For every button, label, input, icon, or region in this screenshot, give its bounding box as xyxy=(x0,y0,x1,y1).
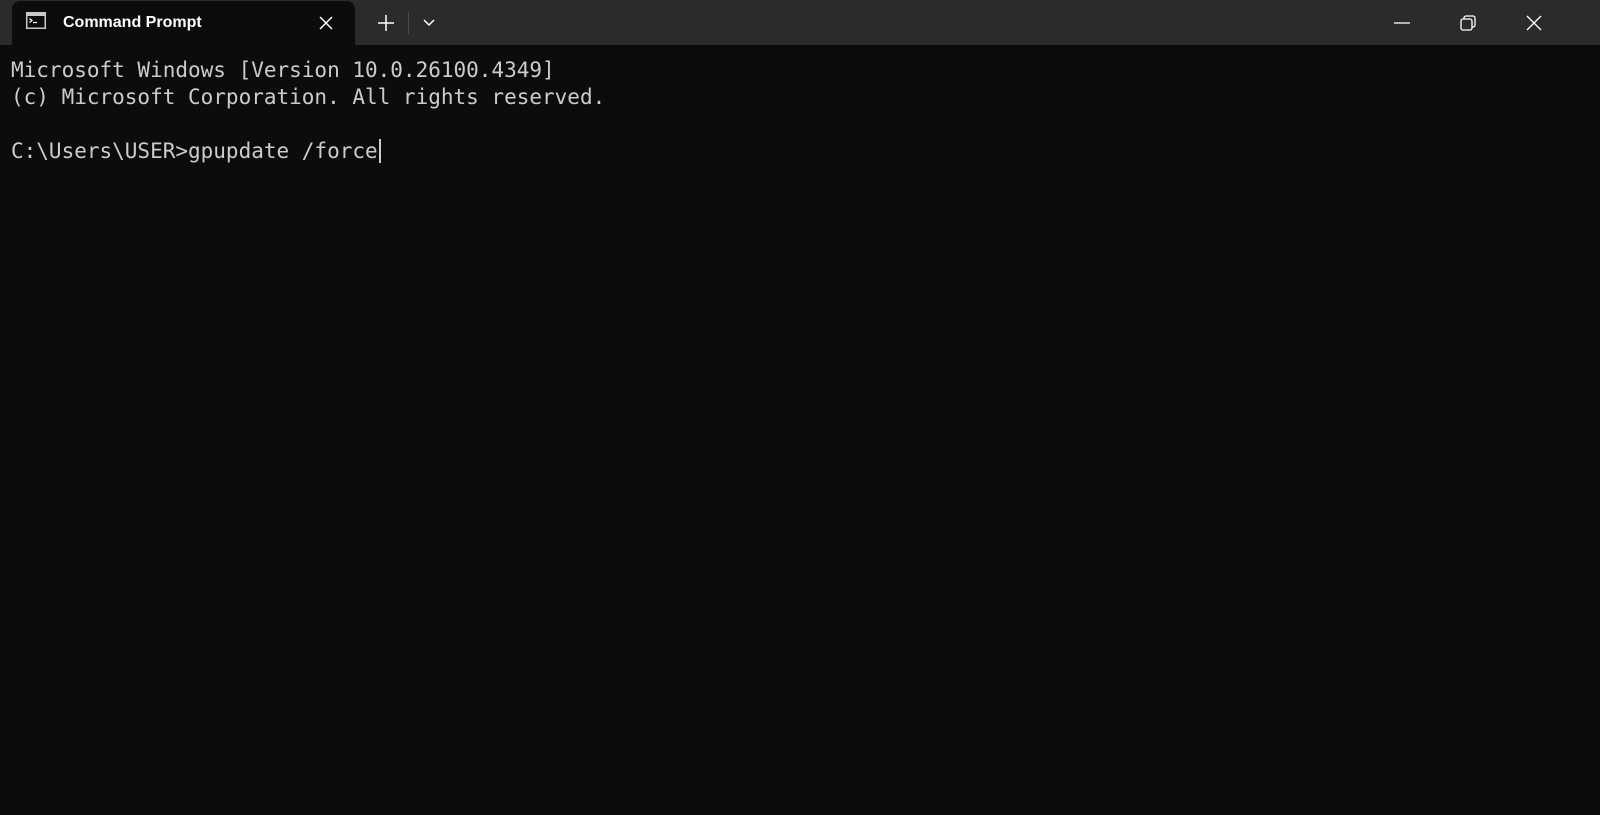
close-window-button[interactable] xyxy=(1501,0,1567,45)
toolbar-divider xyxy=(408,12,409,34)
new-tab-button[interactable] xyxy=(372,10,400,36)
text-cursor xyxy=(378,139,381,163)
terminal-output[interactable]: Microsoft Windows [Version 10.0.26100.43… xyxy=(0,45,1600,815)
tab-title: Command Prompt xyxy=(63,14,202,31)
restore-button[interactable] xyxy=(1435,0,1501,45)
close-icon xyxy=(319,16,333,30)
title-bar[interactable]: Command Prompt xyxy=(0,0,1600,45)
tab-command-prompt[interactable]: Command Prompt xyxy=(12,1,355,45)
command-prompt-icon xyxy=(26,12,46,29)
plus-icon xyxy=(378,15,394,31)
restore-icon xyxy=(1460,15,1476,31)
terminal-prompt-line[interactable]: C:\Users\USER>gpupdate /force xyxy=(11,138,1600,165)
terminal-command-input[interactable]: C:\Users\USER>gpupdate /force xyxy=(11,139,378,163)
terminal-line-copyright: (c) Microsoft Corporation. All rights re… xyxy=(11,85,606,109)
tab-close-button[interactable] xyxy=(314,11,338,35)
minimize-icon xyxy=(1394,22,1410,24)
minimize-button[interactable] xyxy=(1369,0,1435,45)
close-icon xyxy=(1526,15,1542,31)
terminal-window: Command Prompt Microsoft Windows [Versio… xyxy=(0,0,1600,815)
tab-dropdown-button[interactable] xyxy=(417,10,441,36)
chevron-down-icon xyxy=(423,19,435,27)
terminal-line-version: Microsoft Windows [Version 10.0.26100.43… xyxy=(11,58,555,82)
